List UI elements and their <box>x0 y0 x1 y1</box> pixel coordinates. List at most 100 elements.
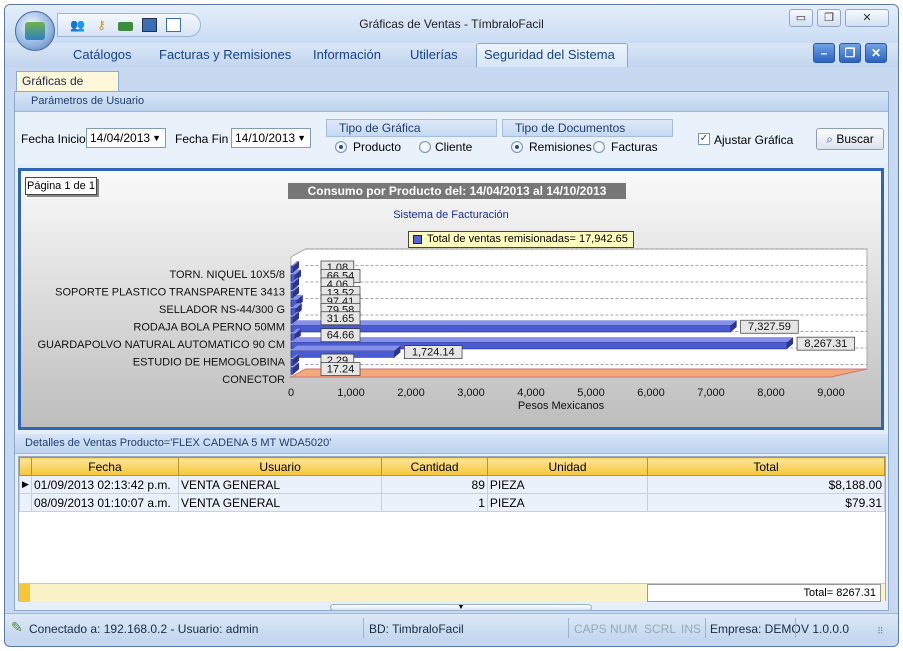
detail-grid: Fecha Usuario Cantidad Unidad Total ▶ 01… <box>18 456 886 602</box>
table-row[interactable]: 08/09/2013 01:10:07 a.m. VENTA GENERAL 1… <box>19 493 885 512</box>
menu-facturas-remisiones[interactable]: Facturas y Remisiones <box>159 47 291 62</box>
close-button[interactable]: ✕ <box>845 9 889 27</box>
bar <box>290 291 294 299</box>
category-label: SELLADOR NS-44/300 G <box>159 304 285 316</box>
radio-producto[interactable] <box>335 141 347 153</box>
application-menu-button[interactable] <box>15 11 55 51</box>
mdi-close-button[interactable]: ✕ <box>865 43 887 63</box>
category-label: SOPORTE PLASTICO TRANSPARENTE 3413 <box>55 287 285 299</box>
value-label: 17.24 <box>327 364 355 376</box>
mdi-restore-button[interactable]: ❐ <box>839 43 861 63</box>
totals-bar: Total= 8267.31 <box>19 583 885 602</box>
cell-unidad: PIEZA <box>486 493 649 512</box>
ajustar-grafica-checkbox[interactable]: ✓ <box>698 133 710 145</box>
bar <box>290 367 294 375</box>
menu-catalogos[interactable]: Catálogos <box>73 47 132 62</box>
x-tick-label: 7,000 <box>697 387 725 399</box>
connection-icon: ✎ <box>11 619 23 635</box>
radio-facturas-label: Facturas <box>611 140 658 154</box>
status-num: NUM <box>610 622 638 636</box>
restore-button[interactable]: ❐ <box>817 9 841 27</box>
value-label: 31.65 <box>327 313 355 325</box>
chart-panel: Página 1 de 1 Consumo por Producto del: … <box>18 168 884 430</box>
col-usuario[interactable]: Usuario <box>177 457 383 476</box>
bar <box>290 265 294 274</box>
params-panel: Fecha Inicio 14/04/2013 ▼ Fecha Fin 14/10… <box>15 112 888 164</box>
status-version: V 1.0.0.0 <box>801 622 850 636</box>
bar <box>290 282 294 290</box>
table-header-row: Fecha Usuario Cantidad Unidad Total <box>19 457 885 476</box>
buscar-label: Buscar <box>836 132 874 146</box>
chart-floor <box>289 368 868 378</box>
value-label: 1,724.14 <box>412 347 455 359</box>
cell-cantidad: 89 <box>381 475 488 494</box>
fecha-fin-label: Fecha Fin <box>175 132 229 146</box>
radio-remisiones[interactable] <box>511 141 523 153</box>
x-tick-label: 4,000 <box>517 387 545 399</box>
status-caps: CAPS <box>574 622 607 636</box>
cell-usuario: VENTA GENERAL <box>177 493 383 512</box>
col-fecha[interactable]: Fecha <box>30 457 179 476</box>
minimize-button[interactable]: ▭ <box>789 9 813 27</box>
current-row-arrow-icon: ▶ <box>19 475 32 494</box>
cell-unidad: PIEZA <box>486 475 649 494</box>
buscar-button[interactable]: ⌕ Buscar <box>816 128 884 150</box>
radio-cliente[interactable] <box>419 141 431 153</box>
radio-facturas[interactable] <box>593 141 605 153</box>
search-icon: ⌕ <box>826 132 834 146</box>
status-bar: ✎ Conectado a: 192.168.0.2 - Usuario: ad… <box>5 613 898 641</box>
cell-fecha: 08/09/2013 01:10:07 a.m. <box>30 493 179 512</box>
col-cantidad[interactable]: Cantidad <box>381 457 488 476</box>
value-label: 7,327.59 <box>748 321 791 333</box>
status-ins: INS <box>681 622 702 636</box>
table-row[interactable]: ▶ 01/09/2013 02:13:42 p.m. VENTA GENERAL… <box>19 475 885 494</box>
x-tick-label: 9,000 <box>817 387 845 399</box>
menu-bar: Catálogos Facturas y Remisiones Informac… <box>5 43 898 67</box>
x-axis-label: Pesos Mexicanos <box>518 400 605 412</box>
col-total[interactable]: Total <box>647 457 885 476</box>
bar <box>290 316 294 324</box>
detail-header: Detalles de Ventas Producto='FLEX CADENA… <box>15 434 888 454</box>
tipo-documentos-group: Tipo de Documentos <box>502 119 673 137</box>
fecha-fin-picker[interactable]: 14/10/2013 ▼ <box>231 128 311 148</box>
category-label: ESTUDIO DE HEMOGLOBINA <box>133 357 286 369</box>
tab-graficas-ventas[interactable]: Gráficas de Ventas <box>16 71 119 106</box>
x-tick-label: 3,000 <box>457 387 485 399</box>
row-indicator-header <box>19 457 32 476</box>
total-summary: Total= 8267.31 <box>647 584 881 602</box>
bar-top <box>291 345 401 351</box>
detail-table: Fecha Usuario Cantidad Unidad Total ▶ 01… <box>19 457 885 512</box>
row-indicator <box>19 493 32 512</box>
window-title: Gráficas de Ventas - TímbraloFacil <box>359 17 544 31</box>
divider <box>363 618 364 638</box>
menu-informacion[interactable]: Información <box>313 47 381 62</box>
params-header: Parámetros de Usuario <box>15 92 888 112</box>
chevron-down-icon: ▼ <box>152 133 161 143</box>
title-bar: 👥 ⚷ Gráficas de Ventas - TímbraloFacil ▭… <box>5 5 898 51</box>
x-tick-label: 6,000 <box>637 387 665 399</box>
mdi-minimize-button[interactable]: – <box>813 43 835 63</box>
fecha-inicio-value: 14/04/2013 <box>90 131 151 145</box>
resize-grip-icon[interactable]: ⠿ <box>877 626 884 637</box>
value-label: 8,267.31 <box>804 338 847 350</box>
tipo-grafica-group: Tipo de Gráfica <box>326 119 497 137</box>
status-scrl: SCRL <box>644 622 677 636</box>
app-logo-icon <box>25 22 45 40</box>
radio-cliente-label: Cliente <box>435 140 473 154</box>
x-tick-label: 2,000 <box>397 387 425 399</box>
col-unidad[interactable]: Unidad <box>486 457 649 476</box>
panel-splitter[interactable]: ▼ <box>330 604 592 611</box>
radio-remisiones-label: Remisiones <box>529 140 592 154</box>
menu-utilerias[interactable]: Utilerías <box>410 47 458 62</box>
bar <box>290 358 294 367</box>
status-connection: Conectado a: 192.168.0.2 - Usuario: admi… <box>29 622 259 636</box>
status-bd: BD: TimbraloFacil <box>369 622 464 636</box>
fecha-fin-value: 14/10/2013 <box>235 131 296 145</box>
chevron-down-icon: ▼ <box>457 604 465 611</box>
fecha-inicio-picker[interactable]: 14/04/2013 ▼ <box>86 128 166 148</box>
x-tick-label: 0 <box>288 387 294 399</box>
totals-indicator <box>19 584 30 602</box>
menu-seguridad-sistema[interactable]: Seguridad del Sistema <box>484 47 615 62</box>
cell-total: $79.31 <box>647 493 885 512</box>
app-window: 👥 ⚷ Gráficas de Ventas - TímbraloFacil ▭… <box>4 4 899 647</box>
